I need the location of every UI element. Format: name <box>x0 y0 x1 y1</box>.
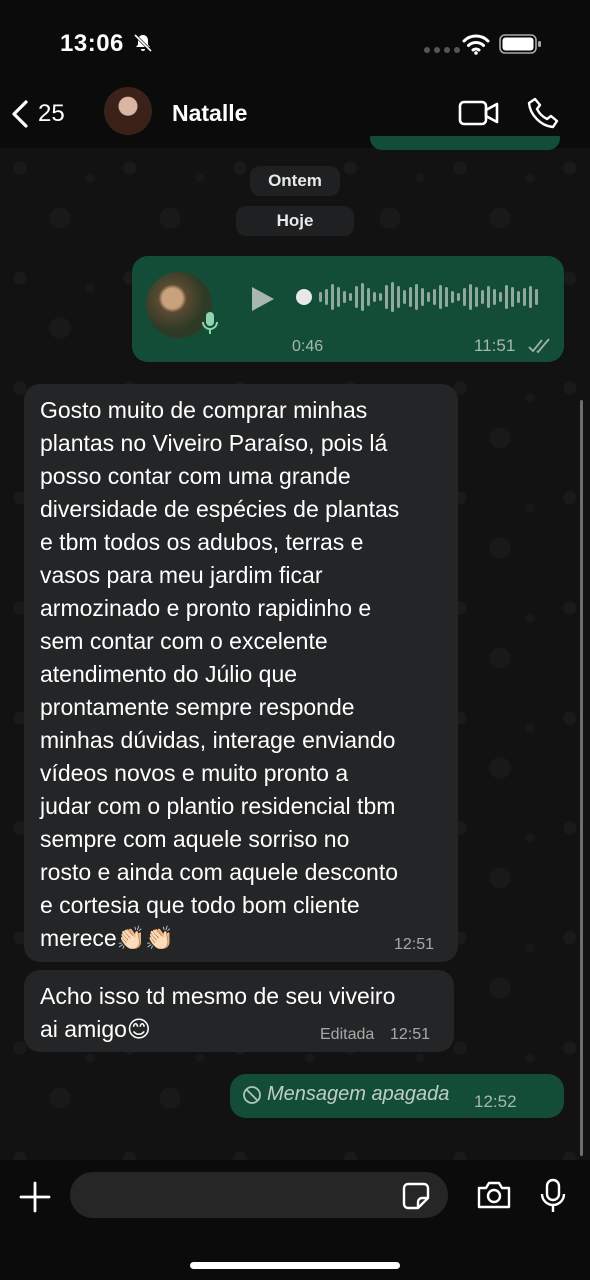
waveform-bar <box>451 291 454 303</box>
waveform-bar <box>427 292 430 302</box>
message-text: Acho isso td mesmo de seu viveiro ai amig… <box>40 980 450 1046</box>
waveform-bar <box>517 291 520 303</box>
back-button[interactable]: 25 <box>10 92 90 136</box>
status-bar: 13:06 <box>0 0 590 80</box>
waveform-bar <box>439 285 442 309</box>
waveform-bar <box>361 283 364 311</box>
waveform-bar <box>505 285 508 309</box>
message-line: sem contar com o excelente <box>40 628 328 654</box>
deleted-message-bubble[interactable]: Mensagem apagada 12:52 <box>230 1074 564 1118</box>
date-divider-today: Hoje <box>236 206 354 236</box>
back-chevron-icon <box>12 100 28 128</box>
microphone-icon <box>202 312 218 334</box>
waveform-scrubber[interactable] <box>296 289 312 305</box>
waveform-bar <box>331 284 334 310</box>
play-icon[interactable] <box>248 284 276 314</box>
message-time: 12:52 <box>474 1092 517 1111</box>
microphone-icon[interactable] <box>540 1178 566 1214</box>
message-line: e cortesia que todo bom cliente <box>40 892 360 918</box>
waveform-bar <box>385 285 388 309</box>
message-line: atendimento do Júlio que <box>40 661 298 687</box>
message-line: vídeos novos e muito pronto a <box>40 760 349 786</box>
waveform-bar <box>481 290 484 304</box>
chat-scrollbar[interactable] <box>580 400 583 1156</box>
message-line: posso contar com uma grande <box>40 463 351 489</box>
status-time: 13:06 <box>60 30 124 57</box>
waveform-bar <box>391 282 394 312</box>
message-line: sempre com aquele sorriso no <box>40 826 350 852</box>
read-receipt-icon <box>528 338 550 354</box>
waveform-bar <box>421 288 424 306</box>
message-line: ai amigo😊 <box>40 1016 151 1042</box>
waveform-bar <box>445 287 448 307</box>
message-line: e tbm todos os adubos, terras e <box>40 529 364 555</box>
message-line: rosto e ainda com aquele desconto <box>40 859 399 885</box>
waveform-bar <box>409 287 412 307</box>
message-line: diversidade de espécies de plantas <box>40 496 400 522</box>
message-text: Gosto muito de comprar minhas plantas no … <box>40 394 450 955</box>
waveform-bar <box>403 290 406 304</box>
waveform-bar <box>355 286 358 308</box>
unread-count: 25 <box>38 100 65 127</box>
voice-duration: 0:46 <box>292 338 324 355</box>
message-line: judar com o plantio residencial tbm <box>40 793 396 819</box>
voice-message-bubble[interactable]: 0:46 11:51 <box>132 256 564 362</box>
incoming-message-bubble-edited[interactable]: Acho isso td mesmo de seu viveiro ai amig… <box>24 970 454 1052</box>
sticker-icon[interactable] <box>402 1182 430 1210</box>
phone-icon[interactable] <box>526 96 562 132</box>
message-line: Gosto muito de comprar minhas <box>40 397 368 423</box>
waveform-bar <box>457 293 460 301</box>
message-line: armozinado e pronto rapidinho e <box>40 595 372 621</box>
waveform-bar <box>325 289 328 305</box>
waveform-bar <box>535 289 538 305</box>
waveform-bar <box>523 288 526 306</box>
waveform-bar <box>319 292 322 302</box>
bell-slash-icon <box>133 33 153 53</box>
waveform-bar <box>475 287 478 307</box>
waveform-bar <box>343 291 346 303</box>
camera-icon[interactable] <box>476 1180 512 1210</box>
message-time: 11:51 <box>474 336 516 355</box>
waveform-bar <box>511 287 514 307</box>
contact-name[interactable]: Natalle <box>172 100 247 127</box>
message-time: 12:51 <box>394 936 435 953</box>
waveform-bar <box>373 292 376 302</box>
waveform-bar <box>493 289 496 305</box>
deleted-icon <box>243 1086 261 1104</box>
waveform-bar <box>433 289 436 305</box>
deleted-message-text: Mensagem apagada <box>267 1083 450 1105</box>
waveform-bar <box>487 286 490 308</box>
message-line: minhas dúvidas, interage enviando <box>40 727 396 753</box>
date-divider-yesterday: Ontem <box>250 166 340 196</box>
contact-avatar[interactable] <box>104 87 152 135</box>
incoming-message-bubble[interactable]: Gosto muito de comprar minhas plantas no … <box>24 384 458 962</box>
message-line: plantas no Viveiro Paraíso, pois lá <box>40 430 388 456</box>
previous-message-bubble[interactable] <box>370 136 560 150</box>
voice-waveform[interactable] <box>296 280 538 314</box>
waveform-bar <box>349 293 352 301</box>
message-line: vasos para meu jardim ficar <box>40 562 323 588</box>
waveform-bar <box>397 286 400 308</box>
edited-label: Editada <box>320 1026 375 1043</box>
message-line: Acho isso td mesmo de seu viveiro <box>40 983 396 1009</box>
waveform-bar <box>529 286 532 308</box>
message-line: merece👏🏻👏🏻 <box>40 925 174 951</box>
message-input[interactable] <box>70 1172 448 1218</box>
waveform-bar <box>379 293 382 301</box>
battery-icon <box>499 34 541 54</box>
waveform-bar <box>463 288 466 306</box>
video-camera-icon[interactable] <box>458 98 500 128</box>
message-time: 12:51 <box>390 1026 431 1043</box>
message-line: prontamente sempre responde <box>40 694 355 720</box>
plus-icon[interactable] <box>18 1180 52 1214</box>
signal-indicator <box>424 47 460 53</box>
wifi-icon <box>462 34 490 55</box>
waveform-bar <box>469 284 472 310</box>
waveform-bar <box>415 284 418 310</box>
waveform-bar <box>499 292 502 302</box>
waveform-bar <box>367 288 370 306</box>
home-indicator <box>190 1262 400 1269</box>
message-input-bar <box>0 1160 590 1280</box>
waveform-bar <box>337 287 340 307</box>
